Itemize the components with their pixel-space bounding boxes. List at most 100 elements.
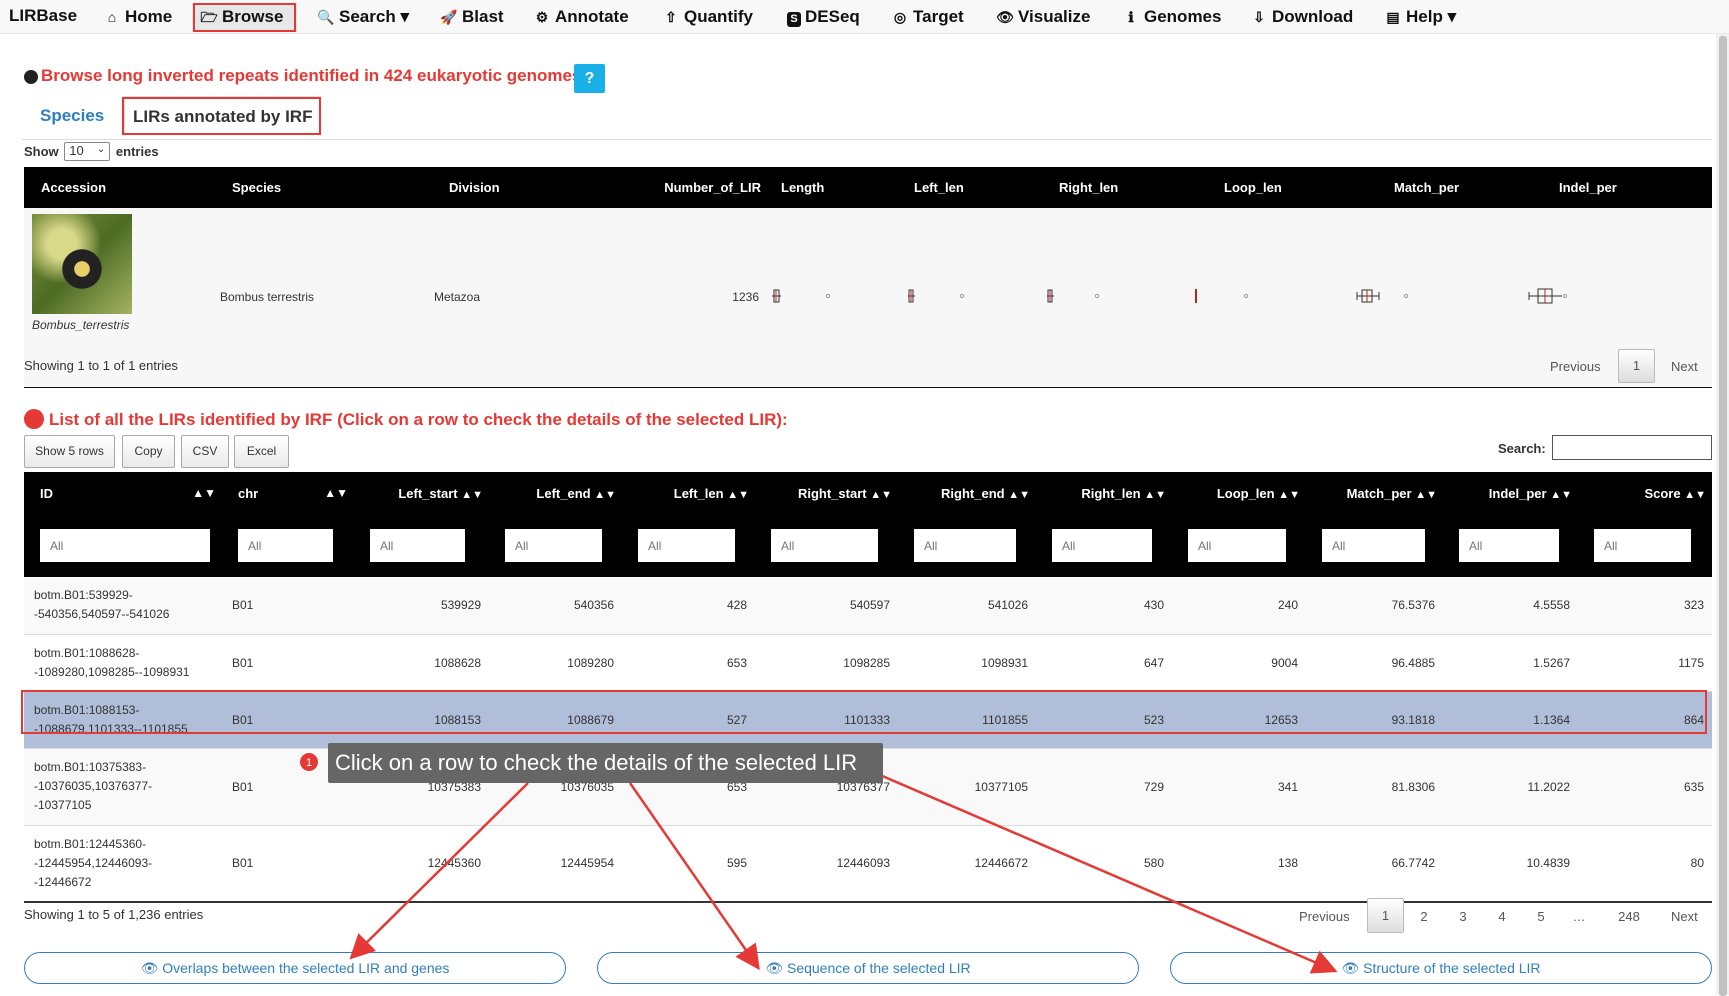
col-right-end[interactable]: Right_end ▲▼ [898, 472, 1036, 514]
overlaps-button[interactable]: 👁 Overlaps between the selected LIR and … [24, 952, 566, 984]
brand-logo[interactable]: LIRBase [9, 6, 77, 26]
copy-button[interactable]: Copy [122, 435, 175, 468]
match-per-boxplot-svg [1356, 289, 1409, 303]
step-badge: 1 [299, 752, 319, 772]
help-button[interactable]: ? [574, 64, 605, 93]
nav-annotate[interactable]: ⚙ Annotate [533, 3, 629, 31]
lir-prev-button[interactable]: Previous [1299, 909, 1350, 924]
nav-genomes[interactable]: ℹ Genomes [1122, 3, 1221, 31]
left-len-boxplot [904, 208, 1044, 388]
lir-table-info: Showing 1 to 5 of 1,236 entries [24, 907, 204, 922]
target-icon: ◎ [893, 9, 907, 25]
indel-per-boxplot-svg [1528, 288, 1568, 304]
home-icon: ⌂ [107, 9, 117, 25]
table-row[interactable]: botm.B01:539929- -540356,540597--541026 B… [24, 577, 1712, 635]
match-per-boxplot [1354, 208, 1524, 388]
browse-title: Browse long inverted repeats identified … [24, 66, 581, 86]
highlight-browse [193, 3, 296, 32]
col-loop-len[interactable]: Loop_len ▲▼ [1172, 472, 1306, 514]
col-number-of-lir[interactable]: Number_of_LIR [634, 167, 769, 208]
col-left-start[interactable]: Left_start ▲▼ [354, 472, 489, 514]
table-row[interactable]: botm.B01:1088628- -1089280,1098285--10989… [24, 634, 1712, 692]
col-loop-len[interactable]: Loop_len [1194, 167, 1354, 208]
nav-home[interactable]: ⌂ Home [103, 3, 172, 31]
col-indel-per[interactable]: Indel_per [1524, 167, 1712, 208]
col-right-len[interactable]: Right_len ▲▼ [1036, 472, 1172, 514]
col-length[interactable]: Length [769, 167, 904, 208]
excel-button[interactable]: Excel [234, 435, 289, 468]
col-accession[interactable]: Accession [24, 167, 204, 208]
species-next-button[interactable]: Next [1671, 359, 1698, 374]
species-row[interactable]: Bombus_terrestris Bombus terrestris Meta… [24, 208, 1712, 388]
show-rows-button[interactable]: Show 5 rows [24, 435, 115, 468]
col-indel-per[interactable]: Indel_per ▲▼ [1443, 472, 1578, 514]
col-right-start[interactable]: Right_start ▲▼ [755, 472, 898, 514]
species-photo[interactable] [32, 214, 132, 314]
lir-page-3[interactable]: 3 [1457, 909, 1469, 924]
nav-blast[interactable]: 🚀 Blast [440, 3, 503, 31]
lir-page-1[interactable]: 1 [1367, 898, 1404, 933]
search-input[interactable] [1552, 435, 1712, 460]
lir-table: ID ▲▼ chr ▲▼ Left_start ▲▼ Left_end ▲▼ Lef… [24, 472, 1712, 903]
nav-visualize[interactable]: 👁 Visualize [996, 3, 1090, 31]
length-select[interactable]: 10 ⌄ [64, 142, 111, 161]
col-match-per[interactable]: Match_per [1354, 167, 1524, 208]
nav-target[interactable]: ◎ Target [891, 3, 964, 31]
nav-help[interactable]: ▤ Help ▾ [1384, 3, 1456, 31]
species-prev-button[interactable]: Previous [1550, 359, 1601, 374]
species-number-of-lir: 1236 [634, 208, 769, 388]
length-menu: Show 10 ⌄ entries [24, 142, 159, 161]
csv-button[interactable]: CSV [181, 435, 229, 468]
filter-left-end[interactable] [505, 529, 602, 562]
nav-quantify[interactable]: ⇧ Quantify [662, 3, 753, 31]
sort-icon: ▲▼ [461, 488, 483, 501]
filter-left-start[interactable] [370, 529, 465, 562]
caret-down-icon: ▾ [1447, 7, 1457, 26]
filter-chr[interactable] [238, 529, 333, 562]
sort-icon: ▲▼ [192, 485, 216, 500]
instruction-tooltip: Click on a row to check the details of t… [328, 743, 883, 783]
col-right-len[interactable]: Right_len [1044, 167, 1194, 208]
nav-download[interactable]: ⇩ Download [1250, 3, 1353, 31]
species-caption: Bombus_terrestris [32, 318, 130, 332]
filter-right-start[interactable] [771, 529, 878, 562]
filter-match-per[interactable] [1322, 529, 1425, 562]
nav-deseq[interactable]: S DESeq [787, 3, 860, 31]
sequence-button[interactable]: 👁 Sequence of the selected LIR [597, 952, 1139, 984]
deseq-icon: S [787, 12, 801, 27]
filter-right-end[interactable] [914, 529, 1016, 562]
filter-right-len[interactable] [1052, 529, 1152, 562]
tab-species[interactable]: Species [32, 96, 112, 136]
scrollbar-thumb[interactable] [1719, 36, 1727, 996]
col-left-len[interactable]: Left_len ▲▼ [622, 472, 755, 514]
lir-next-button[interactable]: Next [1671, 909, 1698, 924]
col-chr[interactable]: chr ▲▼ [222, 472, 354, 514]
col-id[interactable]: ID ▲▼ [24, 472, 222, 514]
col-left-end[interactable]: Left_end ▲▼ [489, 472, 622, 514]
filter-id[interactable] [40, 529, 210, 562]
col-score[interactable]: Score ▲▼ [1578, 472, 1712, 514]
nav-search[interactable]: 🔍 Search ▾ [317, 3, 409, 31]
lir-page-5[interactable]: 5 [1535, 909, 1547, 924]
lir-page-248[interactable]: 248 [1616, 909, 1642, 924]
structure-button[interactable]: 👁 Structure of the selected LIR [1170, 952, 1712, 984]
chevron-down-icon: ⌄ [96, 144, 106, 155]
lir-page-2[interactable]: 2 [1418, 909, 1430, 924]
col-species[interactable]: Species [204, 167, 404, 208]
col-division[interactable]: Division [404, 167, 634, 208]
highlight-selected-row [21, 690, 1707, 734]
download-icon: ⇩ [1253, 9, 1265, 25]
right-len-boxplot [1044, 208, 1194, 388]
filter-left-len[interactable] [638, 529, 735, 562]
species-page-1[interactable]: 1 [1618, 349, 1655, 383]
sort-icon: ▲▼ [324, 485, 348, 500]
col-left-len[interactable]: Left_len [904, 167, 1044, 208]
lir-page-4[interactable]: 4 [1496, 909, 1508, 924]
filter-score[interactable] [1594, 529, 1691, 562]
bullet-icon [24, 69, 38, 84]
sort-icon: ▲▼ [727, 488, 749, 501]
col-match-per[interactable]: Match_per ▲▼ [1306, 472, 1443, 514]
filter-indel-per[interactable] [1459, 529, 1559, 562]
filter-loop-len[interactable] [1188, 529, 1286, 562]
table-row[interactable]: botm.B01:12445360- -12445954,12446093- -12… [24, 825, 1712, 903]
